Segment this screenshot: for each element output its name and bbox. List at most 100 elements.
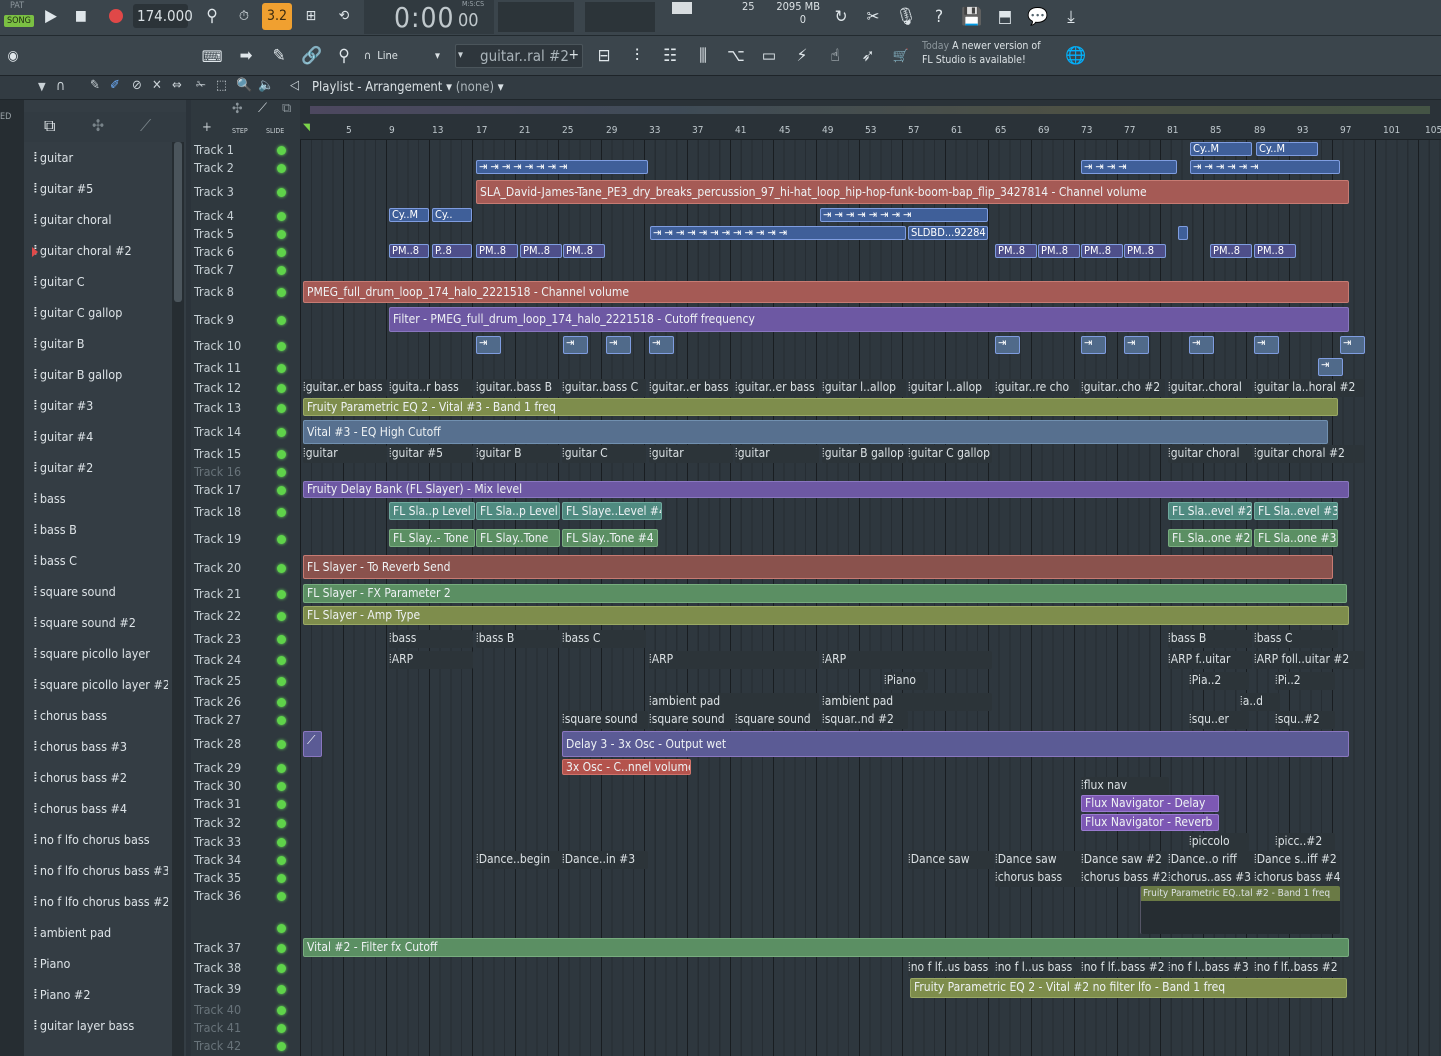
pattern-clip[interactable]: FL Slay..Tone #4 (562, 529, 658, 547)
track-name[interactable]: Track 5 (194, 226, 234, 241)
mixer-icon[interactable]: ☷ (656, 42, 684, 70)
track-name[interactable]: Track 36 (194, 888, 241, 903)
pattern-clip[interactable]: FL Sla..p Level (389, 502, 475, 520)
patterns-icon[interactable]: ⧉ (44, 116, 55, 136)
picker-item[interactable]: chorus bass #2 (34, 766, 168, 788)
picker-item[interactable]: guitar C (34, 270, 168, 292)
play-icon[interactable]: ▶ (38, 2, 64, 30)
pattern-clip[interactable]: ⇥ (1318, 358, 1343, 376)
track-mute-led[interactable] (277, 924, 286, 933)
track-mute-led[interactable] (277, 1024, 286, 1033)
pattern-clip[interactable]: PM..8 (1038, 244, 1080, 258)
automation-clip[interactable]: Fruity Parametric EQ..tal #2 - Band 1 fr… (1140, 886, 1340, 934)
pattern-clip[interactable]: ⇥ ⇥ ⇥ ⇥ (1081, 160, 1177, 174)
track-name[interactable]: Track 10 (194, 338, 241, 353)
track-mute-led[interactable] (277, 384, 286, 393)
track-mute-led[interactable] (277, 764, 286, 773)
pattern-clip[interactable]: ⦙Dance saw #2 (1081, 851, 1167, 869)
pattern-clip[interactable]: ⦙ARP foll..uitar #2 (1254, 651, 1364, 669)
automation-clip[interactable]: Fruity Parametric EQ 2 - Vital #2 no fil… (910, 978, 1347, 998)
pattern-clip[interactable]: ⦙guitar (303, 445, 387, 463)
save-icon[interactable]: 💾 (959, 4, 985, 30)
project-icon[interactable]: ▭ (755, 42, 783, 70)
pattern-clip[interactable]: PM..8 (1210, 244, 1252, 258)
picker-item[interactable]: ambient pad (34, 921, 168, 943)
pattern-clip[interactable]: ⦙ambient pad (649, 693, 819, 711)
track-mute-led[interactable] (277, 716, 286, 725)
snap-button[interactable]: 3.2 (262, 3, 292, 30)
sliders-icon[interactable]: ⫼ (689, 42, 717, 70)
pattern-clip[interactable]: ⦙no f lf..us bass (908, 959, 994, 977)
pattern-clip[interactable]: FL Slaye..Level #4 (562, 502, 662, 520)
playlist-icon[interactable]: ⊟ (590, 42, 618, 70)
time-display[interactable]: 0:00 00 M:S:CS (364, 0, 494, 34)
pattern-clip[interactable]: ⦙guitar..cho #2 (1081, 379, 1165, 397)
track-mute-led[interactable] (277, 146, 286, 155)
track-name[interactable]: Track 2 (194, 160, 234, 175)
pattern-clip[interactable]: ⦙squar..nd #2 (822, 711, 908, 729)
paint-icon[interactable]: ✐ (110, 78, 120, 93)
automation-clip[interactable]: Fruity Delay Bank (FL Slayer) - Mix leve… (303, 481, 1349, 498)
pattern-clip[interactable]: FL Sla..one #2 (1168, 529, 1252, 547)
track-mute-led[interactable] (277, 856, 286, 865)
track-mute-led[interactable] (277, 1042, 286, 1051)
track-mute-led[interactable] (277, 590, 286, 599)
pattern-clip[interactable]: ⇥ (1124, 336, 1149, 354)
pattern-clip[interactable]: ⦙no f lf..bass #2 (1081, 959, 1167, 977)
track-mute-led[interactable] (277, 838, 286, 847)
pattern-clip[interactable]: ⇥ (476, 336, 501, 354)
track-name[interactable]: Track 27 (194, 712, 241, 727)
track-mute-led[interactable] (277, 1006, 286, 1015)
picker-item[interactable]: bass (34, 487, 168, 509)
picker-item[interactable]: no f lfo chorus bass #3 (34, 859, 168, 881)
pattern-clip[interactable]: ⦙guitar B gallop (822, 445, 906, 463)
help-icon[interactable]: ? (926, 4, 952, 30)
pattern-clip[interactable]: Cy..M (1190, 142, 1252, 156)
track-mute-led[interactable] (277, 800, 286, 809)
track-mute-led[interactable] (277, 468, 286, 477)
pattern-clip[interactable]: ⦙bass B (1168, 630, 1252, 648)
track-name[interactable]: Track 34 (194, 852, 241, 867)
automation-clip[interactable]: Delay 3 - 3x Osc - Output wet (562, 731, 1349, 757)
track-mute-led[interactable] (277, 892, 286, 901)
picker-item[interactable]: guitar choral #2 (34, 239, 168, 261)
playlist-title[interactable]: Playlist - Arrangement ▾ (none) ▾ (312, 80, 504, 95)
pattern-clip[interactable]: ⇥ ⇥ ⇥ ⇥ ⇥ ⇥ ⇥ ⇥ ⇥ ⇥ ⇥ ⇥ (650, 226, 906, 240)
pattern-clip[interactable]: ⦙guitar l..allop (822, 379, 906, 397)
pattern-selector[interactable]: ▾ guitar..ral #2 + (455, 44, 583, 68)
audio-clip[interactable]: SLDBD...92284 (908, 226, 988, 240)
picker-item[interactable]: Piano #2 (34, 983, 168, 1005)
pattern-clip[interactable]: P..8 (432, 244, 472, 258)
pattern-clip[interactable]: ⇥ (995, 336, 1020, 354)
track-name[interactable]: Track 17 (194, 482, 241, 497)
pattern-clip[interactable]: ⦙squ..#2 (1275, 711, 1335, 729)
track-name[interactable]: Track 9 (194, 312, 234, 327)
pattern-clip[interactable]: ⦙guitar..bass C (562, 379, 646, 397)
pattern-clip[interactable]: ⦙bass C (1254, 630, 1338, 648)
stop-icon[interactable]: ■ (68, 2, 94, 30)
track-mute-led[interactable] (277, 342, 286, 351)
pattern-clip[interactable]: FL Sla..one #3 (1254, 529, 1338, 547)
picker-item[interactable]: guitar B (34, 332, 168, 354)
pattern-clip[interactable]: ⦙Dance saw (995, 851, 1081, 869)
cut-icon[interactable]: ✂ (860, 4, 886, 30)
metronome-icon[interactable]: ⚲ (198, 4, 226, 28)
audio-icon[interactable]: ✣ (92, 116, 104, 135)
pattern-clip[interactable]: ⦙Dance s..iff #2 (1254, 851, 1340, 869)
pattern-clip[interactable]: ⦙ARP (389, 651, 473, 669)
microphone-icon[interactable]: 🎙 (893, 4, 919, 30)
track-mute-led[interactable] (277, 230, 286, 239)
track-mute-led[interactable] (277, 656, 286, 665)
picker-item[interactable]: chorus bass (34, 704, 168, 726)
pattern-clip[interactable]: FL Sla..evel #2 (1168, 502, 1252, 520)
pattern-clip[interactable]: ⦙guitar choral (1168, 445, 1252, 463)
pattern-clip[interactable]: ⇥ (1340, 336, 1365, 354)
picker-item[interactable]: square sound #2 (34, 611, 168, 633)
track-name[interactable]: Track 15 (194, 446, 241, 461)
track-name[interactable]: Track 31 (194, 796, 241, 811)
picker-item[interactable]: square picollo layer #2 (34, 673, 168, 695)
track-name[interactable]: Track 25 (194, 673, 241, 688)
arrow-icon[interactable]: ➡ (232, 42, 260, 70)
pattern-clip[interactable]: ⦙chorus bass #4 (1254, 869, 1340, 887)
picker-item[interactable]: bass C (34, 549, 168, 571)
